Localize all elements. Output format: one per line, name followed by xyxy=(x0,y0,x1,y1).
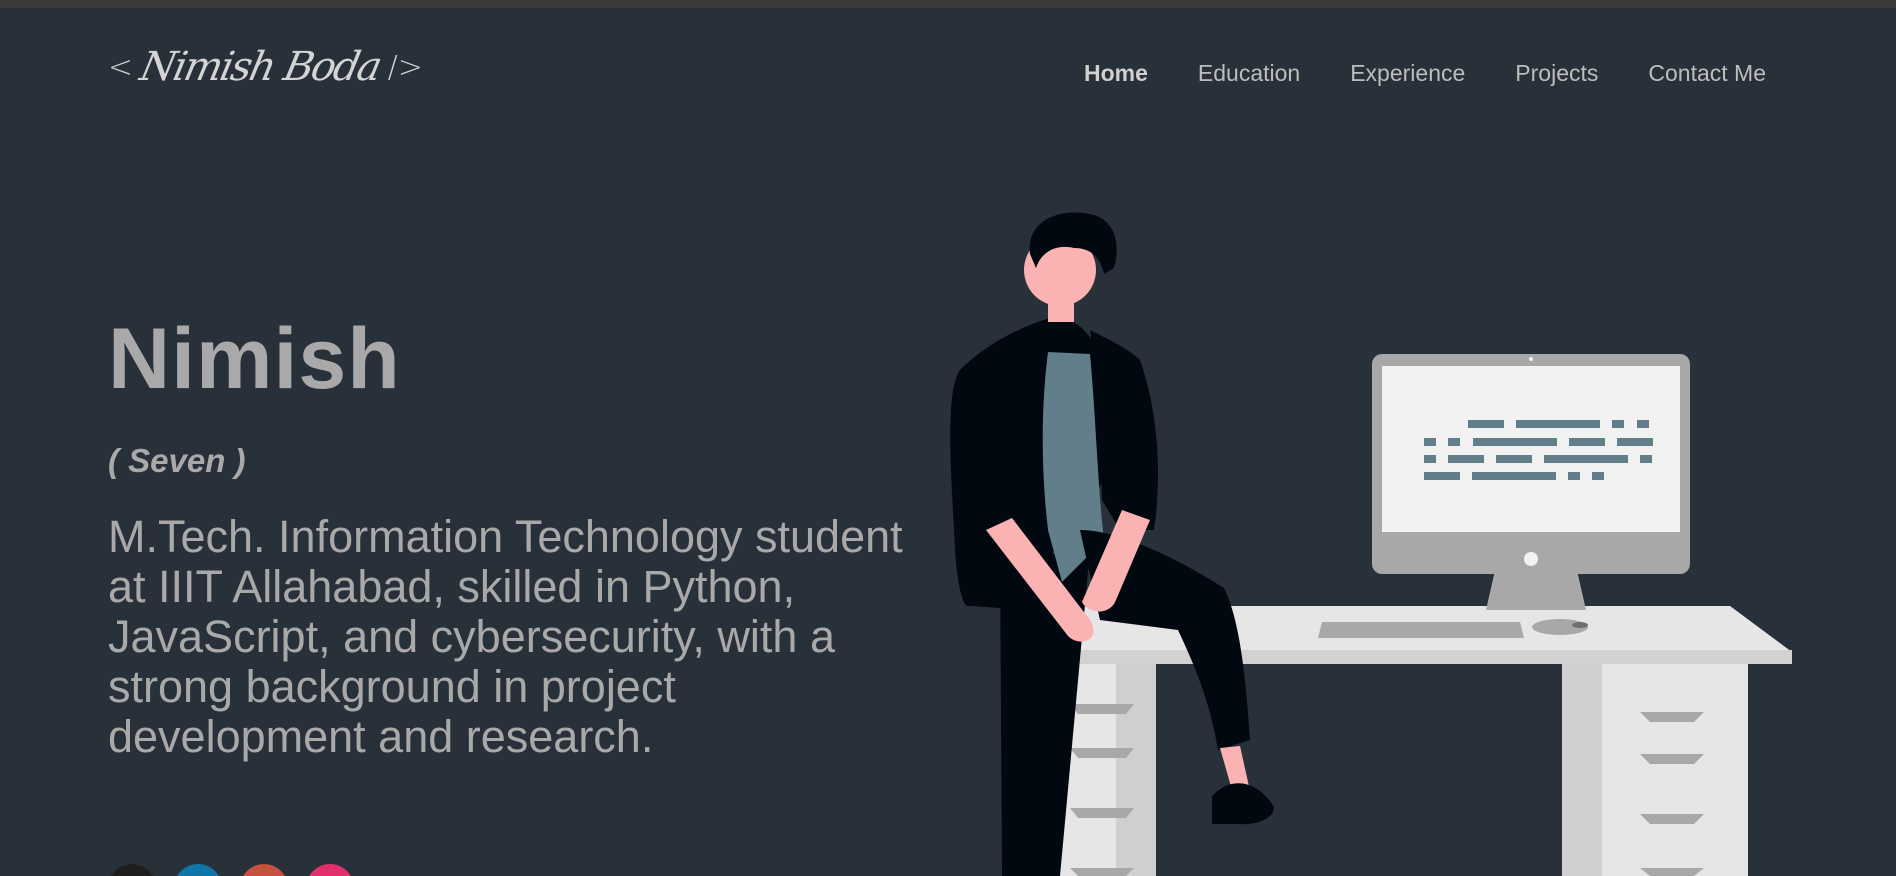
hero-name: Nimish xyxy=(108,311,401,407)
github-icon[interactable] xyxy=(108,864,156,876)
gmail-icon[interactable] xyxy=(240,864,288,876)
nav-item-home[interactable]: Home xyxy=(1084,60,1148,87)
logo-signature: Nimish Boda xyxy=(136,44,385,90)
linkedin-icon[interactable] xyxy=(174,864,222,876)
hero-nickname: ( Seven ) xyxy=(108,442,246,479)
browser-top-strip xyxy=(0,0,1896,8)
instagram-icon[interactable] xyxy=(306,864,354,876)
monitor xyxy=(1372,354,1690,610)
hero-description: M.Tech. Information Technology student a… xyxy=(108,511,903,762)
nav-item-education[interactable]: Education xyxy=(1198,60,1300,87)
developer-desk-illustration xyxy=(950,212,1792,876)
site-logo[interactable]: < Nimish Boda /> xyxy=(108,44,423,90)
nav-item-contact-me[interactable]: Contact Me xyxy=(1648,60,1766,87)
nav-item-projects[interactable]: Projects xyxy=(1515,60,1598,87)
logo-open-bracket: < xyxy=(108,49,134,85)
social-links xyxy=(108,864,354,876)
desk xyxy=(1040,606,1792,876)
nav-item-experience[interactable]: Experience xyxy=(1350,60,1465,87)
logo-close-bracket: /> xyxy=(387,49,423,85)
main-nav: Home Education Experience Projects Conta… xyxy=(1084,60,1766,87)
